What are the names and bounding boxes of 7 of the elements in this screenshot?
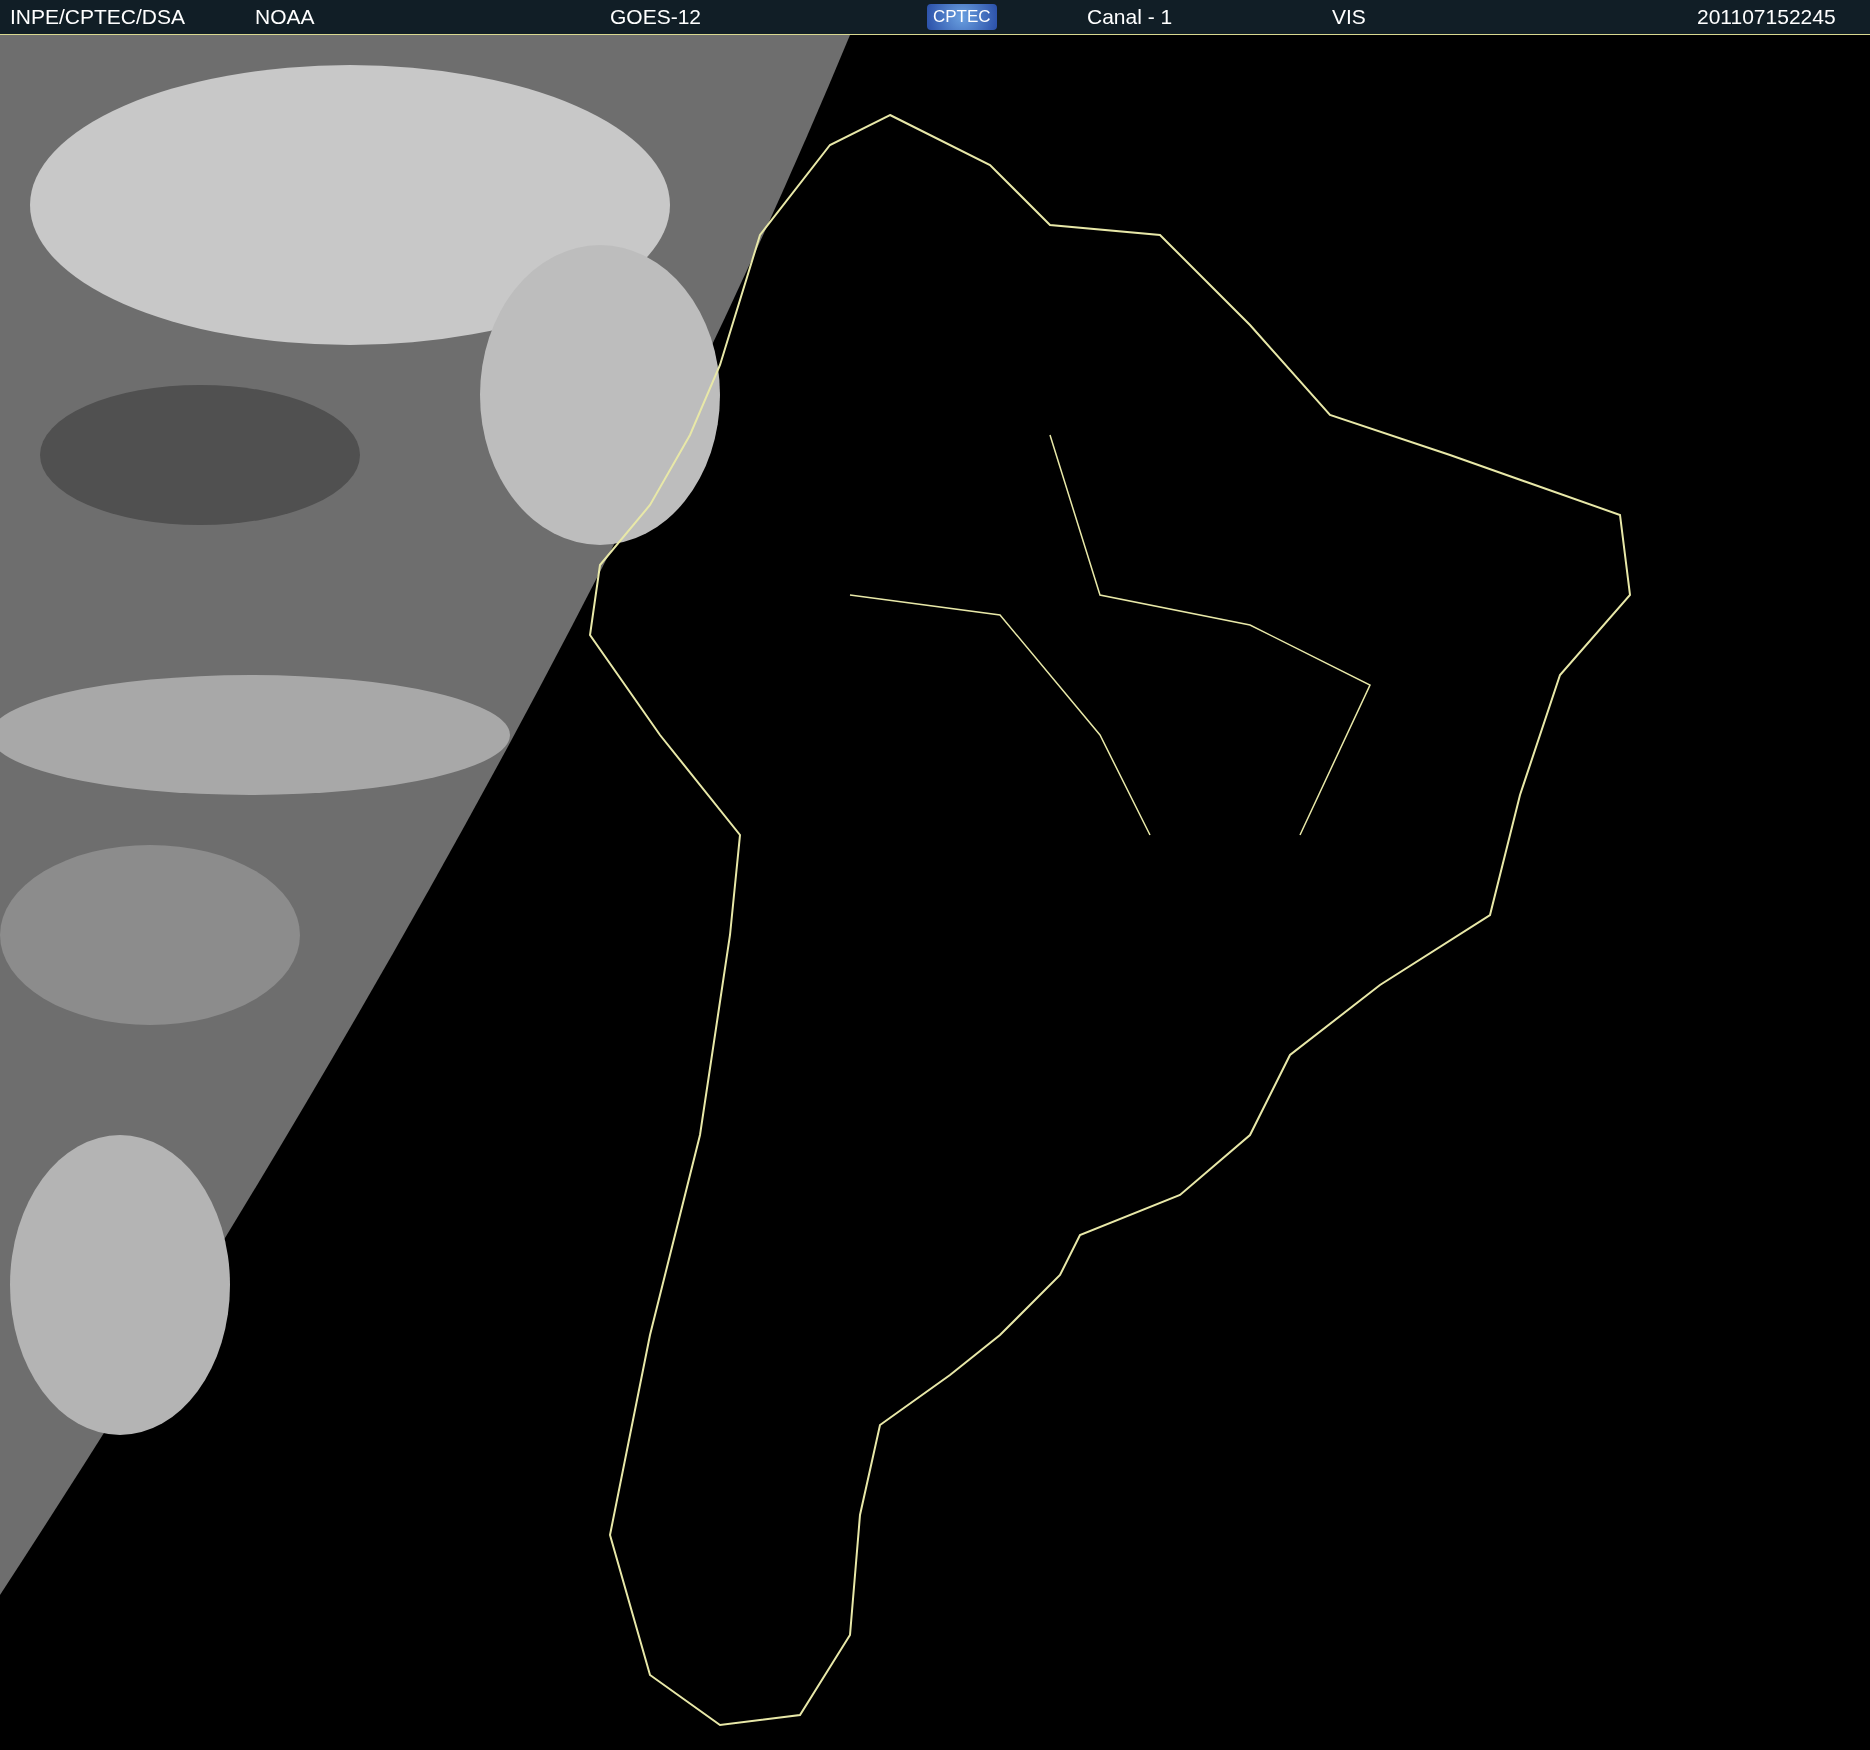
header-label: VIS xyxy=(1332,5,1366,29)
header-label: 201107152245 xyxy=(1697,5,1836,29)
logo-badge: CPTEC xyxy=(927,4,997,30)
header-label: INPE/CPTEC/DSA xyxy=(10,5,186,29)
header-label: Canal - 1 xyxy=(1087,5,1173,29)
header-label: NOAA xyxy=(255,5,315,29)
header-label: GOES-12 xyxy=(610,5,702,29)
